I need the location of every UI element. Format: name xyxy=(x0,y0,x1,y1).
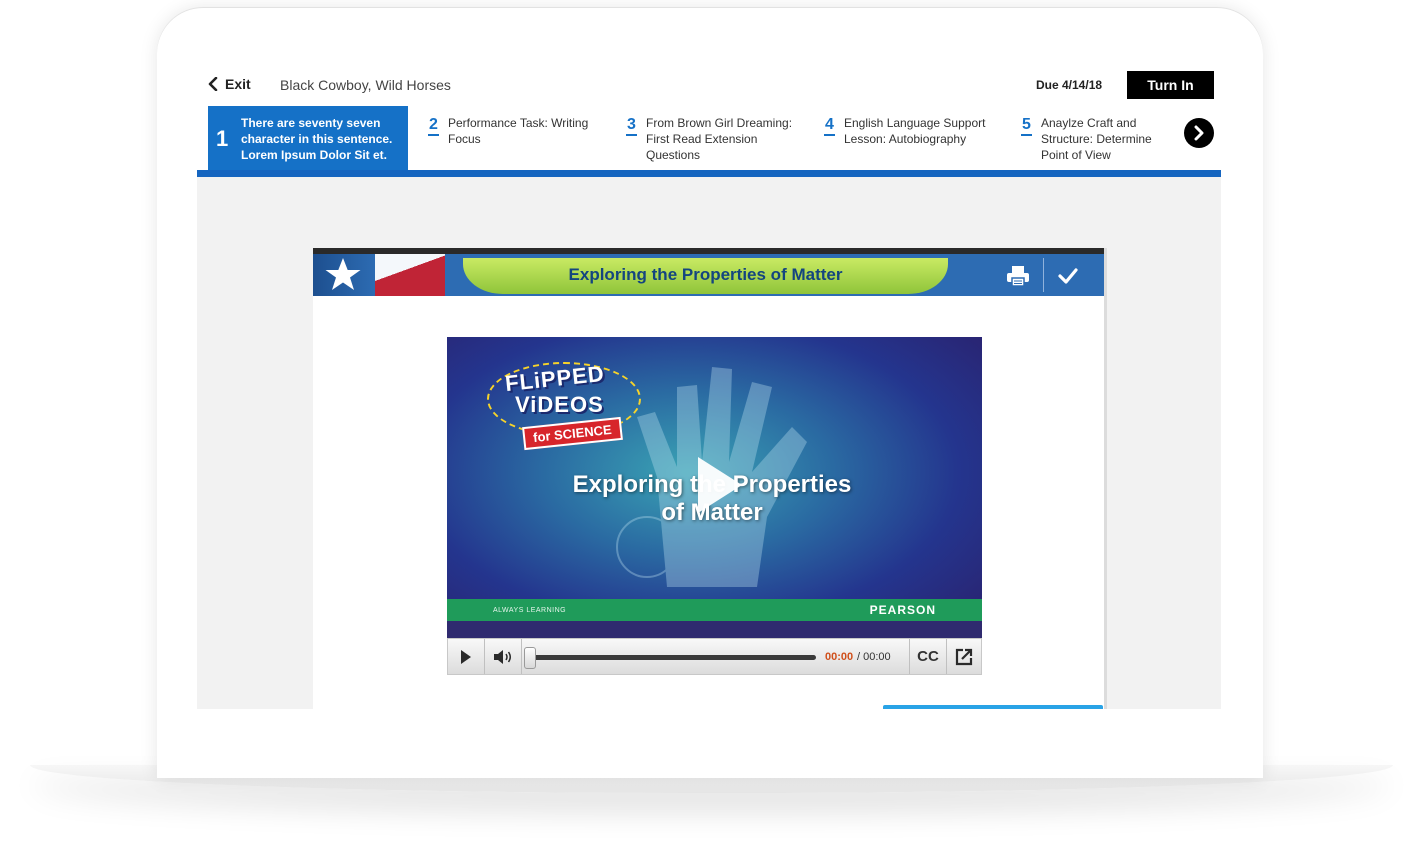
step-tab-3[interactable]: 3 From Brown Girl Dreaming: First Read E… xyxy=(626,106,811,170)
banner-separator xyxy=(1043,258,1044,292)
exit-label: Exit xyxy=(225,76,251,92)
step-tab-5[interactable]: 5 Anaylze Craft and Structure: Determine… xyxy=(1021,106,1171,170)
video-bottom-strip xyxy=(447,621,982,638)
due-date: Due 4/14/18 xyxy=(1036,78,1103,92)
partial-button-edge xyxy=(883,705,1103,709)
star-icon xyxy=(325,258,361,290)
step-label: Anaylze Craft and Structure: Determine P… xyxy=(1041,116,1152,162)
step-label: There are seventy seven character in thi… xyxy=(241,116,393,162)
flipped-videos-logo: FLiPPED ViDEOS for SCIENCE xyxy=(487,361,647,462)
app-screen: Exit Black Cowboy, Wild Horses Due 4/14/… xyxy=(197,66,1221,709)
progress-handle[interactable] xyxy=(524,647,536,669)
chevron-right-icon xyxy=(1194,125,1204,141)
step-tab-1[interactable]: 1 There are seventy seven character in t… xyxy=(208,106,408,170)
step-number: 2 xyxy=(428,116,439,136)
steps-underline xyxy=(197,170,1221,177)
top-bar: Exit Black Cowboy, Wild Horses Due 4/14/… xyxy=(197,66,1221,106)
step-number: 5 xyxy=(1021,116,1032,136)
activity-banner: Exploring the Properties of Matter xyxy=(313,248,1104,296)
step-tab-2[interactable]: 2 Performance Task: Writing Focus xyxy=(428,106,613,170)
step-number: 1 xyxy=(216,126,229,151)
total-time: / 00:00 xyxy=(857,651,891,663)
logo-line-2: ViDEOS xyxy=(515,392,604,417)
step-label: English Language Support Lesson: Autobio… xyxy=(844,116,986,146)
play-button[interactable] xyxy=(448,639,485,674)
video-footer: ALWAYS LEARNING PEARSON xyxy=(447,599,982,621)
chevron-left-icon xyxy=(208,77,218,91)
step-tab-4[interactable]: 4 English Language Support Lesson: Autob… xyxy=(824,106,1009,170)
step-label: From Brown Girl Dreaming: First Read Ext… xyxy=(646,116,793,162)
activity-title: Exploring the Properties of Matter xyxy=(568,265,843,284)
next-steps-button[interactable] xyxy=(1184,118,1214,148)
publisher-logo: PEARSON xyxy=(869,603,936,617)
current-time: 00:00 xyxy=(825,651,854,663)
flag-decoration xyxy=(375,254,445,296)
cc-icon: CC xyxy=(917,648,939,665)
play-icon[interactable] xyxy=(694,455,744,515)
exit-button[interactable]: Exit xyxy=(207,76,251,92)
progress-track[interactable] xyxy=(528,655,816,660)
footer-tagline: ALWAYS LEARNING xyxy=(493,607,567,614)
video-controls: 00:00 / 00:00 CC xyxy=(447,638,982,675)
volume-icon xyxy=(494,649,511,664)
popout-icon xyxy=(955,648,973,665)
step-number: 4 xyxy=(824,116,835,136)
turn-in-button[interactable]: Turn In xyxy=(1127,71,1214,99)
cc-button[interactable]: CC xyxy=(909,639,947,674)
popout-button[interactable] xyxy=(946,639,982,674)
print-icon[interactable] xyxy=(1005,264,1031,288)
step-tabs: 1 There are seventy seven character in t… xyxy=(197,106,1221,170)
lesson-title: Black Cowboy, Wild Horses xyxy=(280,77,451,93)
step-label: Performance Task: Writing Focus xyxy=(448,116,589,146)
video-player[interactable]: FLiPPED ViDEOS for SCIENCE Exploring the… xyxy=(447,337,982,638)
check-icon[interactable] xyxy=(1055,264,1081,288)
play-icon xyxy=(461,649,471,664)
volume-button[interactable] xyxy=(485,639,522,674)
step-number: 3 xyxy=(626,116,637,136)
